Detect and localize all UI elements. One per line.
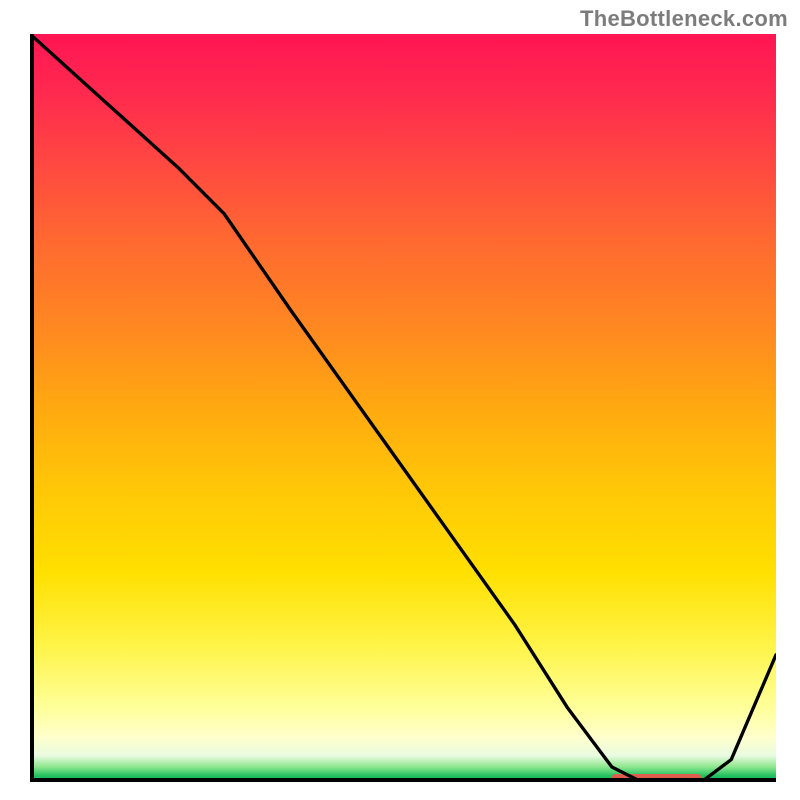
attribution-label: TheBottleneck.com [580,6,788,32]
chart-stage: TheBottleneck.com [0,0,800,800]
plot-area [30,34,776,782]
bottleneck-marker [612,774,702,780]
plot-background-gradient [30,34,776,782]
